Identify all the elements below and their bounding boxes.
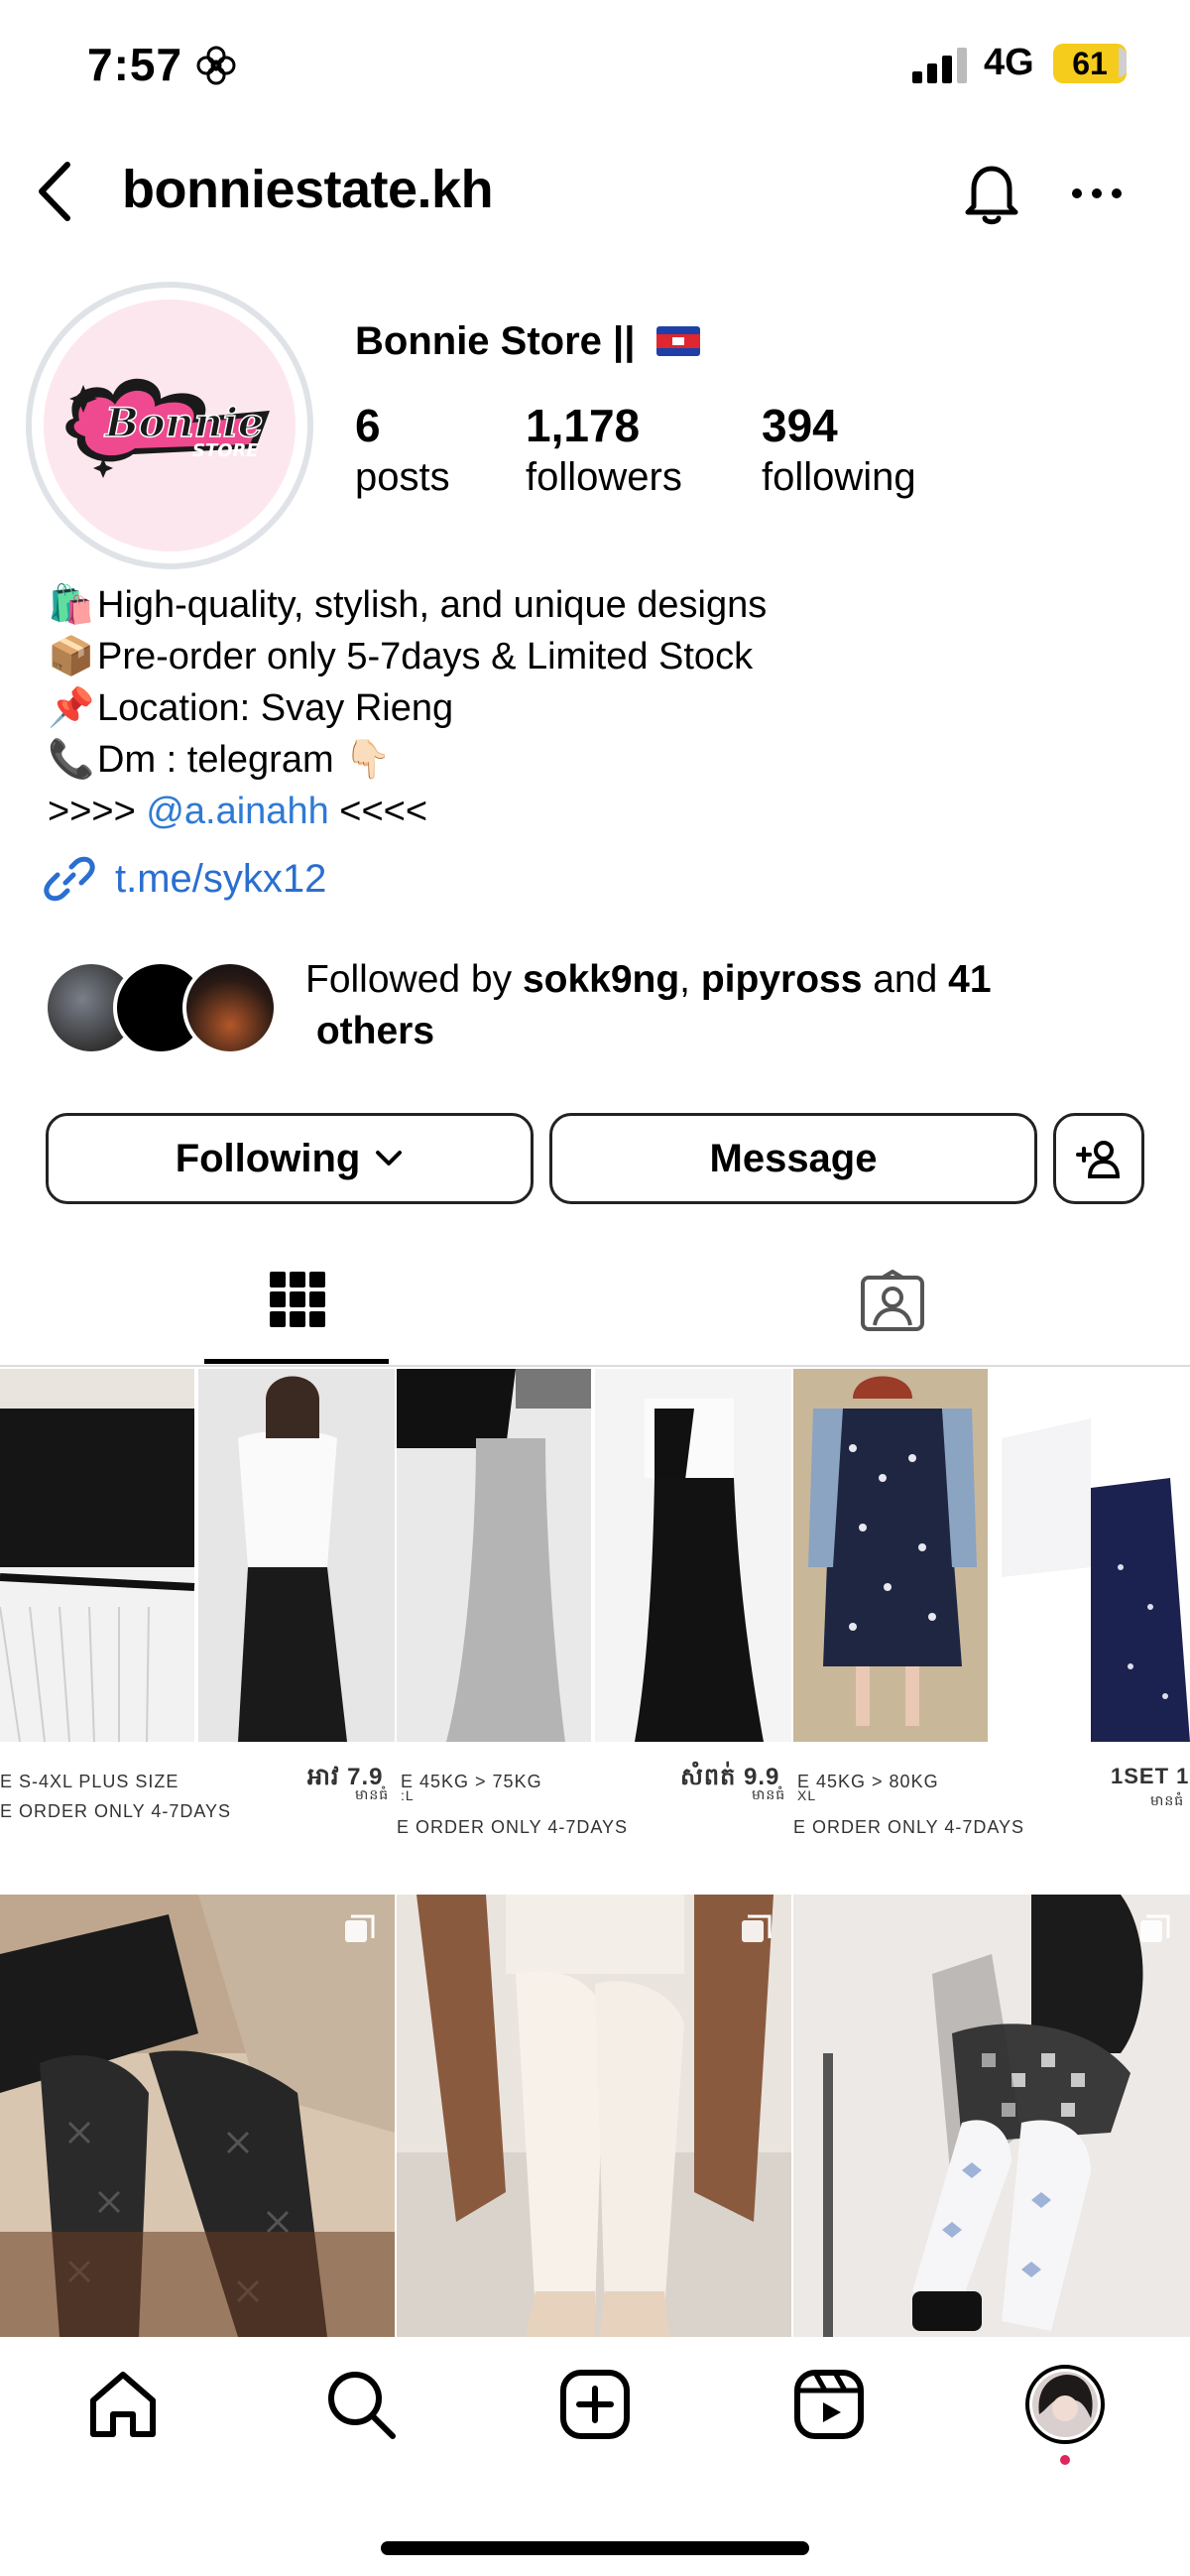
status-time: 7:57 bbox=[87, 39, 183, 90]
post-caption: E 45KG > 75KG bbox=[401, 1772, 542, 1791]
notifications-bell-icon[interactable] bbox=[954, 155, 1029, 230]
followed-by-text[interactable]: Followed by sokk9ng, pipyross and 41 oth… bbox=[305, 954, 1099, 1057]
profile-avatar[interactable]: Bonnie STORE bbox=[44, 300, 296, 552]
display-name: Bonnie Store || bbox=[355, 319, 700, 364]
post-caption: មានធំ bbox=[355, 1786, 390, 1802]
link-chain-icon bbox=[44, 856, 95, 902]
bio-line: 📞Dm : telegram 👇🏻 bbox=[48, 739, 392, 781]
back-arrow-icon[interactable] bbox=[30, 157, 79, 226]
post-caption: E ORDER ONLY 4-7DAYS bbox=[397, 1817, 629, 1837]
post-caption: 1SET 1 bbox=[1111, 1764, 1190, 1788]
cambodia-flag-icon bbox=[655, 326, 700, 356]
post-caption: មានធំ bbox=[752, 1786, 786, 1802]
more-options-icon[interactable] bbox=[1069, 169, 1125, 218]
grid-posts-icon[interactable] bbox=[268, 1270, 327, 1329]
battery-icon bbox=[1119, 48, 1127, 77]
post-thumbnail[interactable] bbox=[0, 1895, 395, 2337]
post-caption: E S-4XL PLUS SIZE bbox=[0, 1772, 179, 1791]
profile-username: bonniestate.kh bbox=[122, 160, 494, 219]
message-button[interactable]: Message bbox=[549, 1113, 1037, 1204]
profile-tab-avatar[interactable] bbox=[1025, 2365, 1105, 2444]
post-caption: មានធំ bbox=[1150, 1792, 1185, 1808]
following-button[interactable]: Following bbox=[46, 1113, 534, 1204]
home-icon[interactable] bbox=[83, 2365, 163, 2444]
post-caption: XL bbox=[797, 1787, 817, 1803]
bio-line: 📦Pre-order only 5-7days & Limited Stock bbox=[48, 636, 754, 677]
following-count[interactable]: 394 following bbox=[762, 401, 916, 503]
add-person-icon bbox=[1076, 1141, 1121, 1178]
bio-mention-link[interactable]: @a.ainahh bbox=[146, 791, 328, 832]
profile-header: bonniestate.kh bbox=[0, 139, 1190, 248]
profile-bio: 🛍️High-quality, stylish, and unique desi… bbox=[48, 579, 767, 837]
status-bar: 7:57 4G 61 bbox=[0, 0, 1190, 129]
mutual-avatar bbox=[182, 960, 278, 1055]
post-thumbnail[interactable] bbox=[793, 1369, 1190, 1871]
svg-text:STORE: STORE bbox=[192, 440, 259, 461]
post-caption: E 45KG > 80KG bbox=[797, 1772, 939, 1791]
post-caption: E ORDER ONLY 4-7DAYS bbox=[793, 1817, 1025, 1837]
chevron-down-icon bbox=[376, 1151, 403, 1165]
post-grid-row: E S-4XL PLUS SIZE E ORDER ONLY 4-7DAYS អ… bbox=[0, 1369, 1190, 1871]
reels-icon[interactable] bbox=[789, 2365, 869, 2444]
tagged-photos-icon[interactable] bbox=[859, 1270, 926, 1333]
bio-line: >>>> @a.ainahh <<<< bbox=[48, 791, 428, 832]
svg-text:Bonnie: Bonnie bbox=[104, 400, 263, 446]
active-tab-indicator bbox=[204, 1359, 389, 1364]
search-icon[interactable] bbox=[321, 2365, 401, 2444]
post-caption: E ORDER ONLY 4-7DAYS bbox=[0, 1801, 232, 1821]
bio-link[interactable]: t.me/sykx12 bbox=[44, 853, 326, 905]
post-grid-row bbox=[0, 1895, 1190, 2337]
focus-flower-icon bbox=[196, 46, 236, 85]
bio-line: 🛍️High-quality, stylish, and unique desi… bbox=[48, 584, 768, 626]
create-post-icon[interactable] bbox=[555, 2365, 635, 2444]
multiple-photos-icon bbox=[345, 1914, 375, 1942]
multiple-photos-icon bbox=[742, 1914, 772, 1942]
suggest-users-button[interactable] bbox=[1053, 1113, 1144, 1204]
bonnie-store-logo: Bonnie STORE bbox=[44, 300, 296, 552]
post-thumbnail[interactable] bbox=[397, 1895, 791, 2337]
posts-count[interactable]: 6 posts bbox=[355, 401, 450, 503]
profile-tabs bbox=[0, 1246, 1190, 1367]
post-caption: :L bbox=[401, 1787, 415, 1803]
network-type: 4G bbox=[984, 42, 1034, 83]
followers-count[interactable]: 1,178 followers bbox=[526, 401, 682, 503]
cellular-signal-icon bbox=[912, 48, 967, 83]
bio-line: 📌Location: Svay Rieng bbox=[48, 687, 454, 729]
battery-level: 61 bbox=[1053, 44, 1127, 83]
multiple-photos-icon bbox=[1140, 1914, 1170, 1942]
mutual-followers-avatars[interactable] bbox=[44, 960, 282, 1055]
post-thumbnail[interactable] bbox=[793, 1895, 1190, 2337]
notification-dot-icon bbox=[1060, 2455, 1070, 2465]
home-indicator bbox=[381, 2541, 809, 2555]
bottom-navigation bbox=[0, 2337, 1190, 2576]
